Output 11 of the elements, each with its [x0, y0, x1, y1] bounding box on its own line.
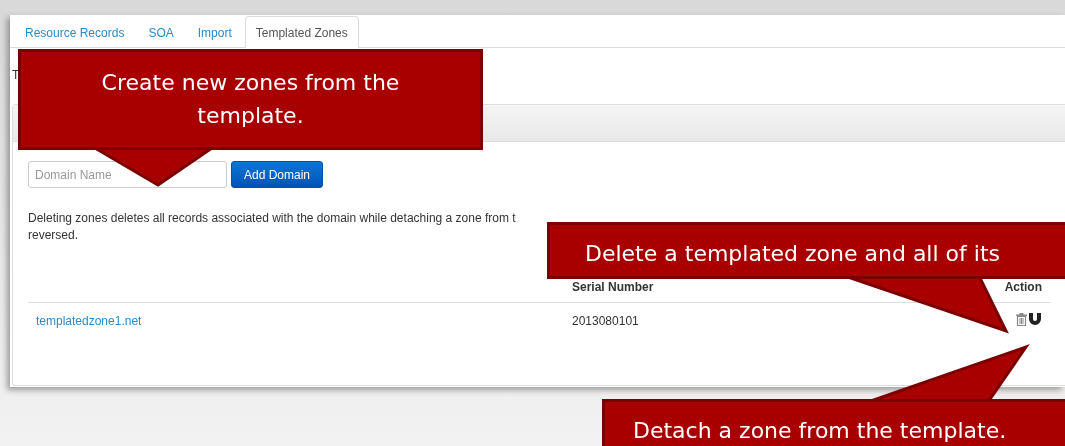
serial-number: 2013080101 — [572, 314, 639, 328]
tab[interactable]: SOA — [137, 16, 185, 48]
tab[interactable]: Resource Records — [14, 16, 136, 48]
column-header: Serial Number — [572, 280, 654, 294]
tab[interactable]: Templated Zones — [244, 16, 359, 48]
tab[interactable]: Import — [186, 16, 243, 48]
description-text: Deleting zones deletes all records associated with the domain while detaching a zone from t reversed. — [28, 210, 517, 244]
column-header: Action — [1004, 280, 1042, 294]
add-domain-button[interactable]: Add Domain — [231, 161, 324, 188]
domain-link[interactable]: templatedzone1.net — [36, 314, 142, 328]
magnet-icon[interactable] — [1028, 313, 1042, 326]
